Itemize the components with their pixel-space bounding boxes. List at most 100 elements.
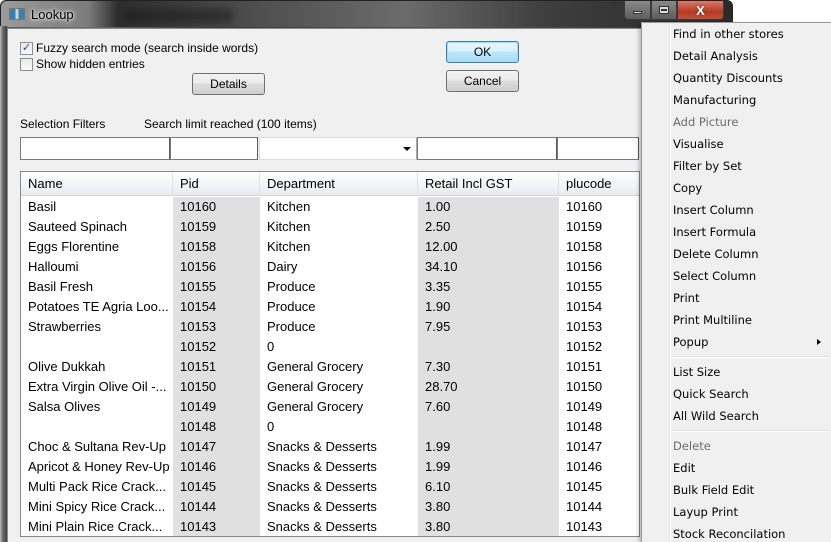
cell-name[interactable]: [21, 337, 173, 357]
cell-plucode[interactable]: 10146: [559, 457, 639, 477]
table-row[interactable]: Mini Plain Rice Crack... 10143 Snacks & De…: [21, 517, 639, 536]
cell-name[interactable]: Basil Fresh: [21, 277, 173, 297]
menu-item-print-multiline[interactable]: Print Multiline: [642, 309, 831, 331]
column-header-name[interactable]: Name: [21, 172, 173, 196]
cell-plucode[interactable]: 10156: [559, 257, 639, 277]
cell-retail[interactable]: 7.95: [418, 317, 559, 337]
menu-item-stock-reconcilation[interactable]: Stock Reconcilation: [642, 523, 831, 542]
cell-pid[interactable]: 10149: [173, 397, 260, 417]
menu-item-layup-print[interactable]: Layup Print: [642, 501, 831, 523]
cell-plucode[interactable]: 10159: [559, 217, 639, 237]
table-row[interactable]: Strawberries 10153 Produce 7.95 10153: [21, 317, 639, 337]
show-hidden-checkbox[interactable]: [20, 57, 33, 71]
cell-department[interactable]: Kitchen: [260, 237, 418, 257]
cell-department[interactable]: Kitchen: [260, 217, 418, 237]
show-hidden-option[interactable]: Show hidden entries: [20, 57, 145, 71]
cell-department[interactable]: Snacks & Desserts: [260, 457, 418, 477]
fuzzy-search-option[interactable]: ✓ Fuzzy search mode (search inside words…: [20, 41, 258, 55]
cell-department[interactable]: Produce: [260, 317, 418, 337]
table-row[interactable]: Apricot & Honey Rev-Up 10146 Snacks & Dess…: [21, 457, 639, 477]
cell-pid[interactable]: 10147: [173, 437, 260, 457]
cell-retail[interactable]: 3.80: [418, 497, 559, 517]
menu-item-insert-column[interactable]: Insert Column: [642, 199, 831, 221]
menu-item-print[interactable]: Print: [642, 287, 831, 309]
cell-name[interactable]: [21, 417, 173, 437]
table-row[interactable]: Choc & Sultana Rev-Up 10147 Snacks & Desse…: [21, 437, 639, 457]
menu-item-quantity-discounts[interactable]: Quantity Discounts: [642, 67, 831, 89]
cell-retail[interactable]: 3.80: [418, 517, 559, 536]
filter-retail-input[interactable]: [417, 137, 557, 160]
cell-pid[interactable]: 10159: [173, 217, 260, 237]
menu-item-filter-by-set[interactable]: Filter by Set: [642, 155, 831, 177]
table-row[interactable]: Sauteed Spinach 10159 Kitchen 2.50 10159: [21, 217, 639, 237]
cell-retail[interactable]: 1.99: [418, 437, 559, 457]
menu-item-quick-search[interactable]: Quick Search: [642, 383, 831, 405]
cell-retail[interactable]: 3.35: [418, 277, 559, 297]
cell-name[interactable]: Strawberries: [21, 317, 173, 337]
cell-plucode[interactable]: 10154: [559, 297, 639, 317]
title-bar[interactable]: Lookup: [1, 1, 732, 27]
details-button[interactable]: Details: [192, 73, 265, 95]
cell-plucode[interactable]: 10144: [559, 497, 639, 517]
column-header-retail[interactable]: Retail Incl GST: [418, 172, 559, 196]
filter-department-select[interactable]: [259, 137, 417, 160]
cell-name[interactable]: Potatoes TE Agria Loo...: [21, 297, 173, 317]
cell-department[interactable]: General Grocery: [260, 397, 418, 417]
cell-retail[interactable]: 6.10: [418, 477, 559, 497]
cancel-button[interactable]: Cancel: [446, 70, 519, 92]
cell-name[interactable]: Extra Virgin Olive Oil -...: [21, 377, 173, 397]
cell-pid[interactable]: 10153: [173, 317, 260, 337]
column-header-plucode[interactable]: plucode: [559, 172, 639, 196]
cell-department[interactable]: Snacks & Desserts: [260, 437, 418, 457]
table-row[interactable]: 10148 0 10148: [21, 417, 639, 437]
cell-pid[interactable]: 10148: [173, 417, 260, 437]
cell-retail[interactable]: 7.60: [418, 397, 559, 417]
cell-retail[interactable]: 2.50: [418, 217, 559, 237]
cell-plucode[interactable]: 10152: [559, 337, 639, 357]
cell-name[interactable]: Olive Dukkah: [21, 357, 173, 377]
cell-plucode[interactable]: 10148: [559, 417, 639, 437]
menu-item-delete-column[interactable]: Delete Column: [642, 243, 831, 265]
cell-retail[interactable]: 1.00: [418, 197, 559, 217]
table-row[interactable]: Multi Pack Rice Crack... 10145 Snacks & De…: [21, 477, 639, 497]
table-row[interactable]: Mini Spicy Rice Crack... 10144 Snacks & De…: [21, 497, 639, 517]
table-row[interactable]: Eggs Florentine 10158 Kitchen 12.00 10158: [21, 237, 639, 257]
minimize-button[interactable]: [624, 1, 651, 20]
cell-pid[interactable]: 10143: [173, 517, 260, 536]
cell-pid[interactable]: 10154: [173, 297, 260, 317]
table-row[interactable]: Basil 10160 Kitchen 1.00 10160: [21, 197, 639, 217]
table-row[interactable]: Olive Dukkah 10151 General Grocery 7.30 1015…: [21, 357, 639, 377]
cell-name[interactable]: Choc & Sultana Rev-Up: [21, 437, 173, 457]
cell-retail[interactable]: 12.00: [418, 237, 559, 257]
cell-department[interactable]: Kitchen: [260, 197, 418, 217]
cell-retail[interactable]: 28.70: [418, 377, 559, 397]
cell-pid[interactable]: 10146: [173, 457, 260, 477]
maximize-button[interactable]: [651, 1, 677, 20]
cell-pid[interactable]: 10150: [173, 377, 260, 397]
menu-item-find-in-other-stores[interactable]: Find in other stores: [642, 23, 831, 45]
cell-plucode[interactable]: 10153: [559, 317, 639, 337]
cell-department[interactable]: Snacks & Desserts: [260, 477, 418, 497]
cell-name[interactable]: Basil: [21, 197, 173, 217]
cell-department[interactable]: 0: [260, 417, 418, 437]
filter-plucode-input[interactable]: [557, 137, 639, 160]
cell-pid[interactable]: 10156: [173, 257, 260, 277]
table-row[interactable]: Salsa Olives 10149 General Grocery 7.60 1014…: [21, 397, 639, 417]
cell-plucode[interactable]: 10160: [559, 197, 639, 217]
cell-retail[interactable]: 1.99: [418, 457, 559, 477]
cell-name[interactable]: Salsa Olives: [21, 397, 173, 417]
cell-retail[interactable]: 34.10: [418, 257, 559, 277]
cell-department[interactable]: Snacks & Desserts: [260, 517, 418, 536]
menu-item-copy[interactable]: Copy: [642, 177, 831, 199]
cell-name[interactable]: Eggs Florentine: [21, 237, 173, 257]
cell-name[interactable]: Sauteed Spinach: [21, 217, 173, 237]
cell-department[interactable]: Produce: [260, 297, 418, 317]
cell-name[interactable]: Mini Spicy Rice Crack...: [21, 497, 173, 517]
cell-retail[interactable]: [418, 337, 559, 357]
cell-department[interactable]: General Grocery: [260, 357, 418, 377]
filter-pid-input[interactable]: [170, 137, 258, 160]
cell-pid[interactable]: 10158: [173, 237, 260, 257]
menu-item-popup[interactable]: Popup: [642, 331, 831, 353]
column-header-pid[interactable]: Pid: [173, 172, 260, 196]
close-button[interactable]: X: [677, 1, 724, 20]
